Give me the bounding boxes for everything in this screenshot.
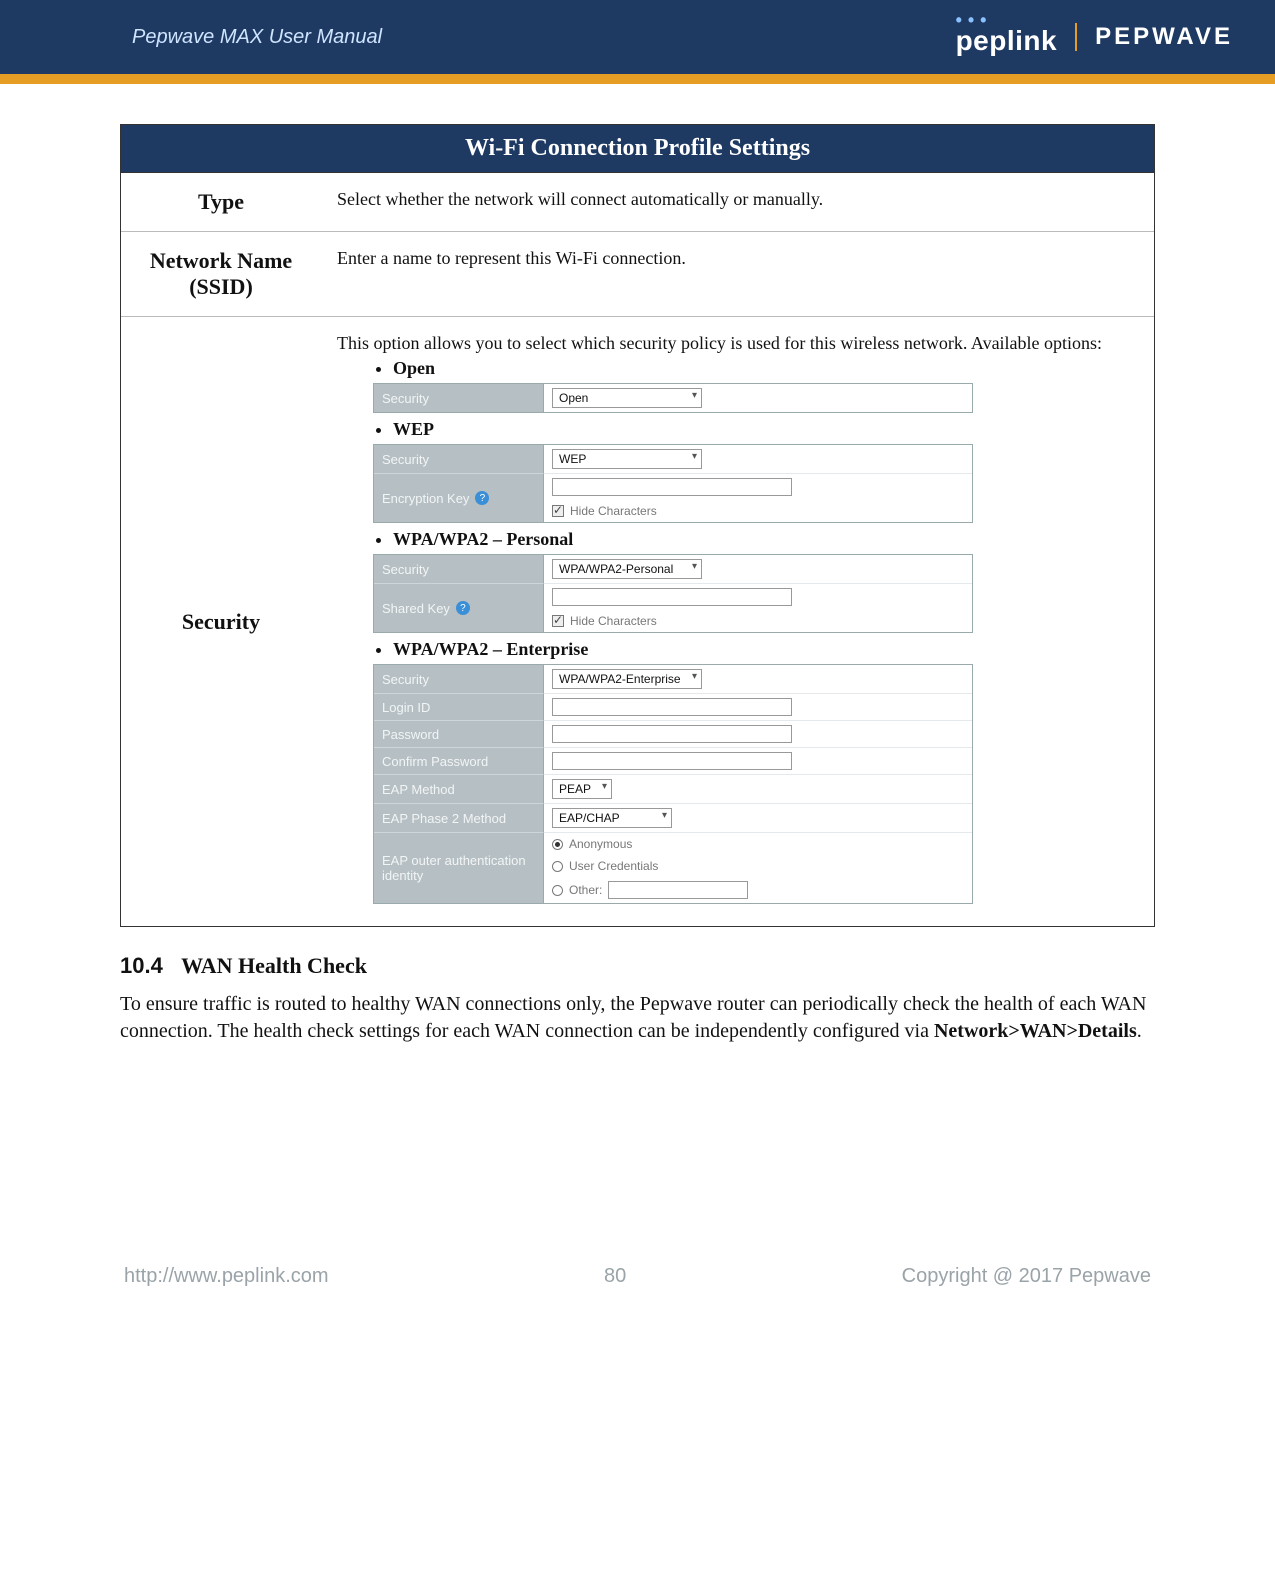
- wpap-key-input[interactable]: [552, 588, 792, 606]
- wpap-hide-label: Hide Characters: [570, 614, 657, 628]
- wpae-security-select[interactable]: WPA/WPA2-Enterprise: [552, 669, 702, 689]
- wpae-outer-user-label: User Credentials: [569, 859, 658, 873]
- settings-title: Wi-Fi Connection Profile Settings: [121, 125, 1154, 173]
- manual-title: Pepwave MAX User Manual: [132, 26, 382, 49]
- brand-logo: • • • peplink PEPWAVE: [956, 17, 1233, 57]
- row-security-label: Security: [121, 317, 321, 926]
- row-security-desc: This option allows you to select which s…: [337, 333, 1138, 354]
- security-options-list: Open: [337, 358, 1138, 379]
- wpae-eap-select[interactable]: PEAP: [552, 779, 612, 799]
- wpap-security-select[interactable]: WPA/WPA2-Personal: [552, 559, 702, 579]
- wpae-login-input[interactable]: [552, 698, 792, 716]
- header-banner: Pepwave MAX User Manual • • • peplink PE…: [0, 0, 1275, 74]
- wpae-security-value: WPA/WPA2-Enterprise: [559, 672, 681, 686]
- logo-dots-icon: • • •: [956, 17, 1058, 23]
- wpae-login-label: Login ID: [374, 693, 544, 720]
- panel-wpa-personal: Security WPA/WPA2-Personal Shared Key ?: [373, 554, 973, 633]
- wpae-outer-other-label: Other:: [569, 883, 602, 897]
- row-type-desc: Select whether the network will connect …: [321, 173, 1154, 231]
- wpap-security-value: WPA/WPA2-Personal: [559, 562, 673, 576]
- row-ssid-desc: Enter a name to represent this Wi-Fi con…: [321, 232, 1154, 316]
- section-heading: 10.4 WAN Health Check: [120, 953, 1155, 979]
- page-footer: http://www.peplink.com 80 Copyright @ 20…: [120, 1265, 1155, 1348]
- wpap-key-label: Shared Key ?: [374, 583, 544, 632]
- wpae-outer-user-radio[interactable]: [552, 861, 563, 872]
- row-security-body: This option allows you to select which s…: [321, 317, 1154, 926]
- section-paragraph: To ensure traffic is routed to healthy W…: [120, 991, 1155, 1045]
- panel-wpa-enterprise: Security WPA/WPA2-Enterprise Login ID Pa…: [373, 664, 973, 904]
- wep-security-label: Security: [374, 445, 544, 473]
- row-type-label: Type: [121, 173, 321, 231]
- wpae-outer-other-input[interactable]: [608, 881, 748, 899]
- option-open-heading: Open: [393, 358, 1138, 379]
- section-number: 10.4: [120, 953, 163, 978]
- section-paragraph-bold: Network>WAN>Details: [934, 1020, 1137, 1042]
- wpae-security-label: Security: [374, 665, 544, 693]
- footer-copyright: Copyright @ 2017 Pepwave: [902, 1265, 1151, 1288]
- security-options-list: WPA/WPA2 – Personal: [337, 529, 1138, 550]
- wpae-outer-other-radio[interactable]: [552, 885, 563, 896]
- footer-page-number: 80: [604, 1265, 626, 1288]
- brand-pepwave: PEPWAVE: [1095, 23, 1233, 51]
- section-title: WAN Health Check: [181, 953, 367, 978]
- brand-separator: [1075, 23, 1077, 51]
- wep-security-value: WEP: [559, 452, 586, 466]
- wpae-eap-label: EAP Method: [374, 774, 544, 803]
- open-security-value: Open: [559, 391, 588, 405]
- panel-wep: Security WEP Encryption Key ?: [373, 444, 973, 523]
- security-options-list: WPA/WPA2 – Enterprise: [337, 639, 1138, 660]
- wep-key-input[interactable]: [552, 478, 792, 496]
- wpae-outer-label: EAP outer authentication identity: [374, 832, 544, 903]
- settings-box: Wi-Fi Connection Profile Settings Type S…: [120, 124, 1155, 927]
- wpae-eap-value: PEAP: [559, 782, 591, 796]
- section-paragraph-post: .: [1137, 1020, 1142, 1042]
- row-type: Type Select whether the network will con…: [121, 173, 1154, 232]
- wep-key-label-text: Encryption Key: [382, 491, 469, 506]
- wpae-eap2-select[interactable]: EAP/CHAP: [552, 808, 672, 828]
- open-security-label: Security: [374, 384, 544, 412]
- open-security-select[interactable]: Open: [552, 388, 702, 408]
- brand-peplink: peplink: [956, 25, 1058, 56]
- wpae-eap2-label: EAP Phase 2 Method: [374, 803, 544, 832]
- footer-url: http://www.peplink.com: [124, 1265, 329, 1288]
- wep-security-select[interactable]: WEP: [552, 449, 702, 469]
- wpae-outer-anon-radio[interactable]: [552, 839, 563, 850]
- wpae-password-label: Password: [374, 720, 544, 747]
- wep-hide-label: Hide Characters: [570, 504, 657, 518]
- content-area: Wi-Fi Connection Profile Settings Type S…: [0, 84, 1275, 1378]
- wpap-security-label: Security: [374, 555, 544, 583]
- wpap-key-label-text: Shared Key: [382, 601, 450, 616]
- page-root: Pepwave MAX User Manual • • • peplink PE…: [0, 0, 1275, 1378]
- wep-hide-checkbox[interactable]: [552, 505, 564, 517]
- panel-open: Security Open: [373, 383, 973, 413]
- row-security: Security This option allows you to selec…: [121, 317, 1154, 926]
- wpae-confirm-label: Confirm Password: [374, 747, 544, 774]
- row-ssid-label: Network Name (SSID): [121, 232, 321, 316]
- help-icon[interactable]: ?: [475, 491, 489, 505]
- security-options-list: WEP: [337, 419, 1138, 440]
- wep-key-label: Encryption Key ?: [374, 473, 544, 522]
- option-wpa-enterprise-heading: WPA/WPA2 – Enterprise: [393, 639, 1138, 660]
- wpae-password-input[interactable]: [552, 725, 792, 743]
- help-icon[interactable]: ?: [456, 601, 470, 615]
- row-ssid: Network Name (SSID) Enter a name to repr…: [121, 232, 1154, 317]
- header-accent-bar: [0, 74, 1275, 84]
- wpap-hide-checkbox[interactable]: [552, 615, 564, 627]
- wpae-confirm-input[interactable]: [552, 752, 792, 770]
- wpae-eap2-value: EAP/CHAP: [559, 811, 620, 825]
- option-wep-heading: WEP: [393, 419, 1138, 440]
- option-wpa-personal-heading: WPA/WPA2 – Personal: [393, 529, 1138, 550]
- wpae-outer-anon-label: Anonymous: [569, 837, 632, 851]
